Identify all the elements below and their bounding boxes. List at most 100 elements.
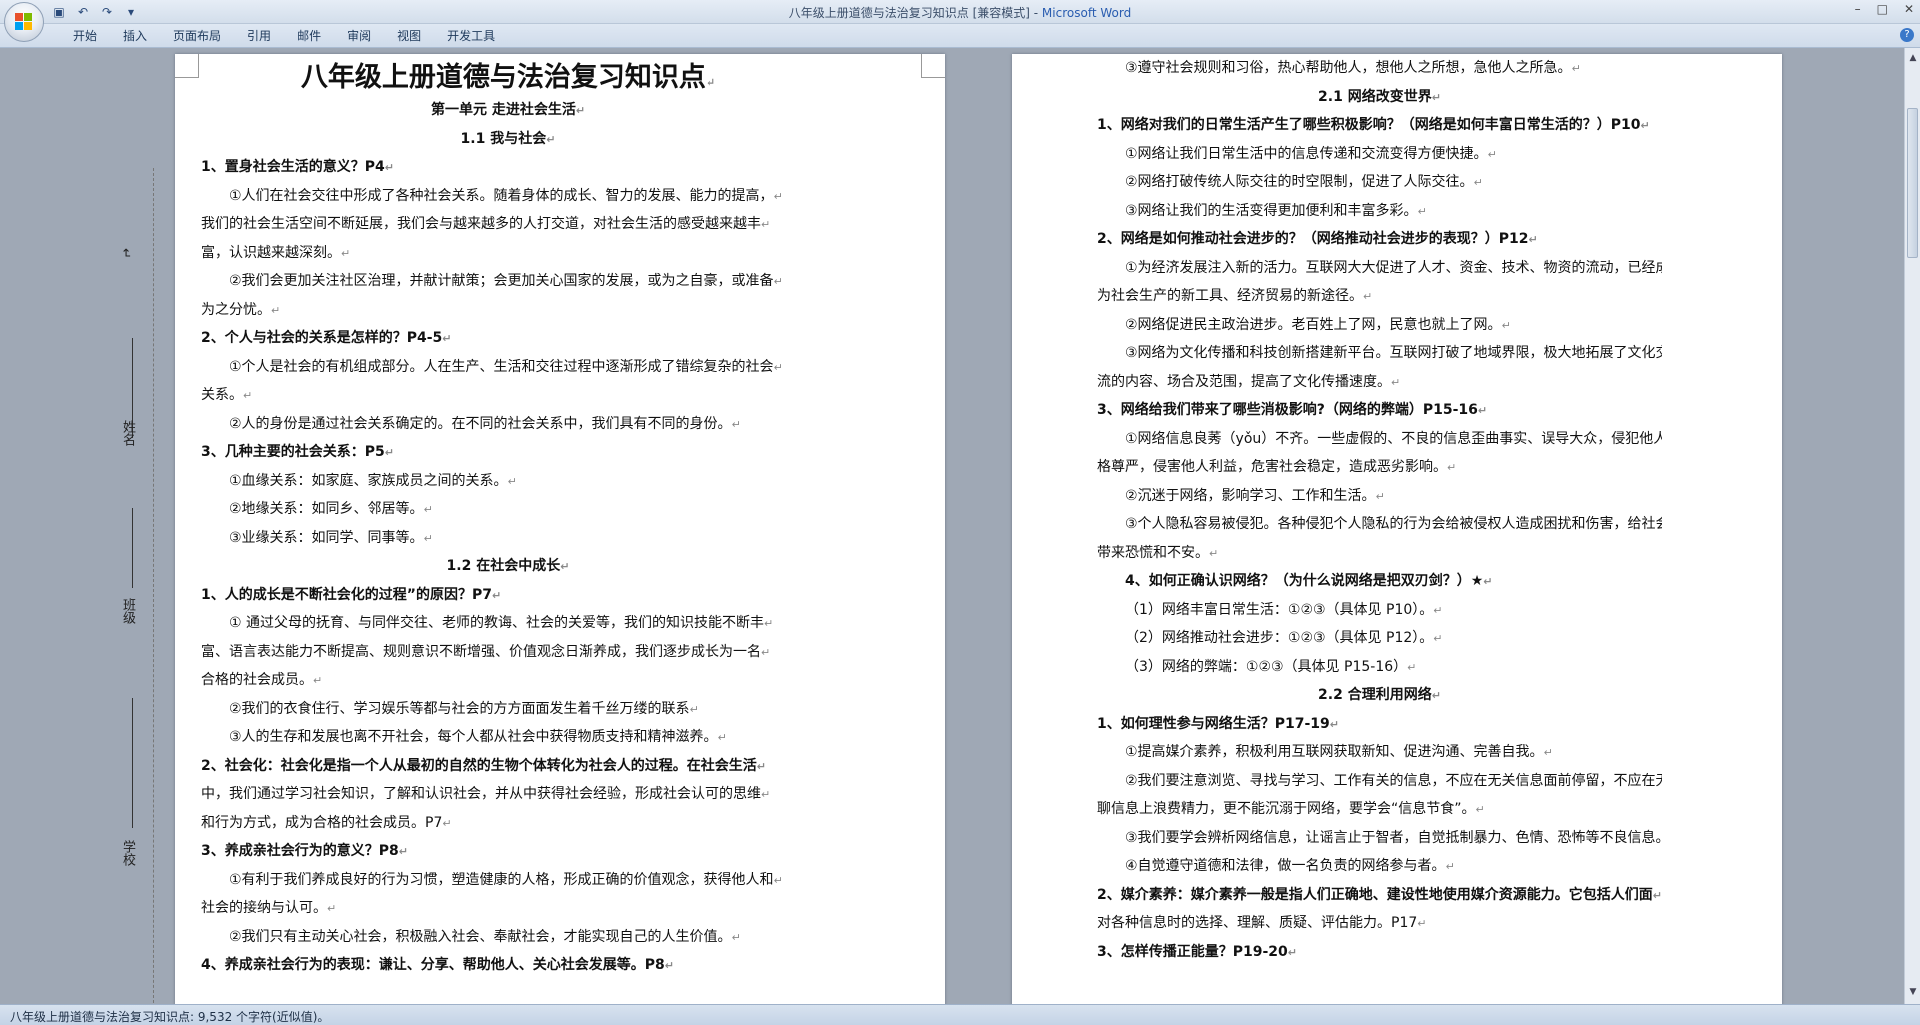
word-count-status[interactable]: 八年级上册道德与法治复习知识点: 9,532 个字符(近似值)。 [10, 1008, 329, 1025]
paragraph-line: 格尊严，侵害他人利益，危害社会稳定，造成恶劣影响。↵ [1097, 453, 1662, 482]
line-text: ①个人是社会的有机组成部分。人在生产、生活和交往过程中逐渐形成了错综复杂的社会 [229, 358, 774, 375]
tab-developer[interactable]: 开发工具 [434, 28, 508, 44]
paragraph-line: （3）网络的弊端：①②③（具体见 P15-16）↵ [1097, 653, 1662, 682]
paragraph-mark-icon: ↵ [491, 588, 502, 602]
line-text: ③人的生存和发展也离不开社会，每个人都从社会中获得物质支持和精神滋养。 [229, 729, 718, 745]
paragraph-line: 1、置身社会生活的意义？P4↵ [201, 153, 815, 182]
paragraph-mark-icon: ↵ [689, 702, 699, 716]
line-text: 对各种信息时的选择、理解、质疑、评估能力。P17 [1097, 915, 1418, 931]
paragraph-line: ③业缘关系：如同学、同事等。↵ [201, 524, 815, 553]
tab-review[interactable]: 审阅 [334, 28, 384, 44]
scroll-down-icon[interactable]: ▼ [1907, 986, 1919, 998]
paragraph-line: ②人的身份是通过社会关系确定的。在不同的社会关系中，我们具有不同的身份。↵ [201, 410, 815, 439]
paragraph-mark-icon: ↵ [1571, 62, 1581, 75]
line-text: 我们的社会生活空间不断延展，我们会与越来越多的人打交道，对社会生活的感受越来越丰 [201, 216, 761, 232]
side-label-name: 姓名 [120, 420, 135, 446]
paragraph-mark-icon: ↵ [773, 189, 783, 203]
document-page-2[interactable]: ③遵守社会规则和习俗，热心帮助他人，想他人之所想，急他人之所急。↵ 2.1 网络改… [1012, 54, 1782, 1004]
paragraph-line: 我们的社会生活空间不断延展，我们会与越来越多的人打交道，对社会生活的感受越来越丰… [201, 210, 815, 239]
paragraph-mark-icon: ↵ [384, 161, 394, 174]
line-text: ①提高媒介素养，积极利用互联网获取新知、促进沟通、完善自我。 [1125, 744, 1544, 760]
paragraph-line: ①网络信息良莠（yǒu）不齐。一些虚假的、不良的信息歪曲事实、误导大众，侵犯他人… [1097, 425, 1662, 454]
paragraph-line: 富、语言表达能力不断提高、规则意识不断增强、价值观念日渐养成，我们逐步成长为一名… [201, 638, 815, 667]
paragraph-mark-icon: ↵ [271, 303, 281, 317]
line-text: 富，认识越来越深刻。 [201, 244, 341, 261]
line-text: 1、如何理性参与网络生活？P17-19 [1097, 715, 1330, 732]
paragraph-mark-icon: ↵ [1433, 603, 1443, 617]
paragraph-mark-icon: ↵ [560, 560, 570, 573]
document-area[interactable]: 八年级上册道德与法治复习知识点↵ 第一单元 走进社会生活↵ 1.1 我与社会↵ 1、… [0, 48, 1904, 1004]
paragraph-line: 关系。↵ [201, 381, 815, 410]
paragraph-mark-icon: ↵ [507, 474, 517, 488]
ribbon-tab-bar: 开始 插入 页面布局 引用 邮件 审阅 视图 开发工具 ? [0, 24, 1920, 48]
line-text: ②地缘关系：如同乡、邻居等。 [229, 501, 424, 517]
tab-home[interactable]: 开始 [60, 28, 110, 44]
minimize-button[interactable]: – [1855, 2, 1861, 16]
line-text: ②我们只有主动关心社会，积极融入社会、奉献社会，才能实现自己的人生价值。 [229, 928, 732, 945]
tab-insert[interactable]: 插入 [110, 28, 160, 44]
paragraph-line: 1、网络对我们的日常生活产生了哪些积极影响？（网络是如何丰富日常生活的？）P10… [1097, 111, 1662, 140]
paragraph-line: 第一单元 走进社会生活↵ [201, 96, 815, 125]
maximize-button[interactable]: □ [1877, 2, 1888, 16]
line-text: ②我们会更加关注社区治理，并献计献策；会更加关心国家的发展，或为之自豪，或准备 [229, 273, 774, 289]
paragraph-line: ① 通过父母的抚育、与同伴交往、老师的教诲、社会的关爱等，我们的知识技能不断丰↵ [201, 609, 815, 638]
paragraph-mark-icon: ↵ [1447, 461, 1457, 474]
paragraph-line: ②网络打破传统人际交往的时空限制，促进了人际交往。↵ [1097, 168, 1662, 197]
paragraph-line: ①有利于我们养成良好的行为习惯，塑造健康的人格，形成正确的价值观念，获得他人和↵ [201, 866, 815, 895]
page-1-content[interactable]: 八年级上册道德与法治复习知识点↵ 第一单元 走进社会生活↵ 1.1 我与社会↵ 1、… [201, 60, 815, 980]
paragraph-mark-icon: ↵ [1528, 233, 1538, 246]
paragraph-line: （1）网络丰富日常生活：①②③（具体见 P10）。↵ [1097, 596, 1662, 625]
line-text: 中，我们通过学习社会知识，了解和认识社会，并从中获得社会经验，形成社会认可的思维 [201, 786, 761, 802]
paragraph-line: ①为经济发展注入新的活力。互联网大大促进了人才、资金、技术、物资的流动，已经成↵ [1097, 254, 1662, 283]
title-bar: ▣ ↶ ↷ ▾ 八年级上册道德与法治复习知识点 [兼容模式] - Microso… [0, 0, 1920, 24]
paragraph-mark-icon: ↵ [1417, 917, 1427, 930]
document-title: 八年级上册道德与法治复习知识点 [兼容模式] - [788, 6, 1042, 20]
line-text: 3、网络给我们带来了哪些消极影响?（网络的弊端）P15-16 [1097, 402, 1478, 418]
window-controls: – □ ✕ [1855, 2, 1914, 16]
paragraph-line: 2、社会化：社会化是指一个人从最初的自然的生物个体转化为社会人的过程。在社会生活… [201, 752, 815, 781]
paragraph-line: 4、如何正确认识网络？（为什么说网络是把双刃剑？）★↵ [1097, 567, 1662, 596]
paragraph-line: 4、养成亲社会行为的表现：谦让、分享、帮助他人、关心社会发展等。P8↵ [201, 951, 815, 980]
line-text: （3）网络的弊端：①②③（具体见 P15-16） [1125, 658, 1408, 675]
scroll-up-icon[interactable]: ▲ [1907, 52, 1919, 64]
tab-mailings[interactable]: 邮件 [284, 28, 334, 44]
vertical-scrollbar[interactable]: ▲ ▼ [1904, 48, 1920, 1004]
paragraph-line: 聊信息上浪费精力，更不能沉溺于网络，要学会“信息节食”。↵ [1097, 795, 1662, 824]
office-button[interactable] [4, 2, 44, 42]
line-text: ③我们要学会辨析网络信息，让谣言止于智者，自觉抵制暴力、色情、恐怖等不良信息。 [1125, 829, 1662, 846]
paragraph-mark-icon: ↵ [756, 759, 766, 773]
line-text: 带来恐慌和不安。 [1097, 544, 1209, 561]
scrollbar-thumb[interactable] [1907, 108, 1918, 258]
paragraph-mark-icon: ↵ [731, 417, 741, 431]
help-icon[interactable]: ? [1900, 28, 1914, 42]
paragraph-line: （2）网络推动社会进步：①②③（具体见 P12）。↵ [1097, 624, 1662, 653]
line-text: 和行为方式，成为合格的社会成员。P7 [201, 814, 443, 831]
line-text: 2.2 合理利用网络 [1318, 687, 1432, 703]
paragraph-mark-icon: ↵ [717, 731, 727, 744]
line-text: ①有利于我们养成良好的行为习惯，塑造健康的人格，形成正确的价值观念，获得他人和 [229, 871, 774, 888]
paragraph-mark-icon: ↵ [1501, 318, 1511, 332]
paragraph-mark-icon: ↵ [575, 104, 586, 117]
paragraph-line: 为之分忧。↵ [201, 296, 815, 325]
close-button[interactable]: ✕ [1904, 2, 1914, 16]
page-2-content[interactable]: ③遵守社会规则和习俗，热心帮助他人，想他人之所想，急他人之所急。↵ 2.1 网络改… [1097, 54, 1662, 966]
paragraph-mark-icon: ↵ [442, 816, 452, 830]
paragraph-line: 3、网络给我们带来了哪些消极影响?（网络的弊端）P15-16↵ [1097, 396, 1662, 425]
school-line [132, 698, 133, 828]
paragraph-mark-icon: ↵ [243, 389, 253, 402]
page-margin-mark [921, 54, 945, 78]
line-text: 社会的接纳与认可。 [201, 900, 327, 916]
paragraph-mark-icon: ↵ [1652, 888, 1662, 902]
line-text: 3、养成亲社会行为的意义？P8 [201, 843, 399, 859]
tab-page-layout[interactable]: 页面布局 [160, 28, 234, 44]
paragraph-line: ③网络让我们的生活变得更加便利和丰富多彩。↵ [1097, 197, 1662, 226]
side-label-school: 学校 [120, 840, 135, 866]
document-page-1[interactable]: 八年级上册道德与法治复习知识点↵ 第一单元 走进社会生活↵ 1.1 我与社会↵ 1、… [175, 54, 945, 1004]
paragraph-mark-icon: ↵ [1431, 689, 1441, 702]
tab-references[interactable]: 引用 [234, 28, 284, 44]
paragraph-line: ①提高媒介素养，积极利用互联网获取新知、促进沟通、完善自我。↵ [1097, 738, 1662, 767]
line-text: ①人们在社会交往中形成了各种社会关系。随着身体的成长、智力的发展、能力的提高， [229, 187, 774, 204]
paragraph-line: 富，认识越来越深刻。↵ [201, 239, 815, 268]
line-text: 2、媒介素养：媒介素养一般是指人们正确地、建设性地使用媒介资源能力。它包括人们面 [1097, 886, 1653, 903]
tab-view[interactable]: 视图 [384, 28, 434, 44]
